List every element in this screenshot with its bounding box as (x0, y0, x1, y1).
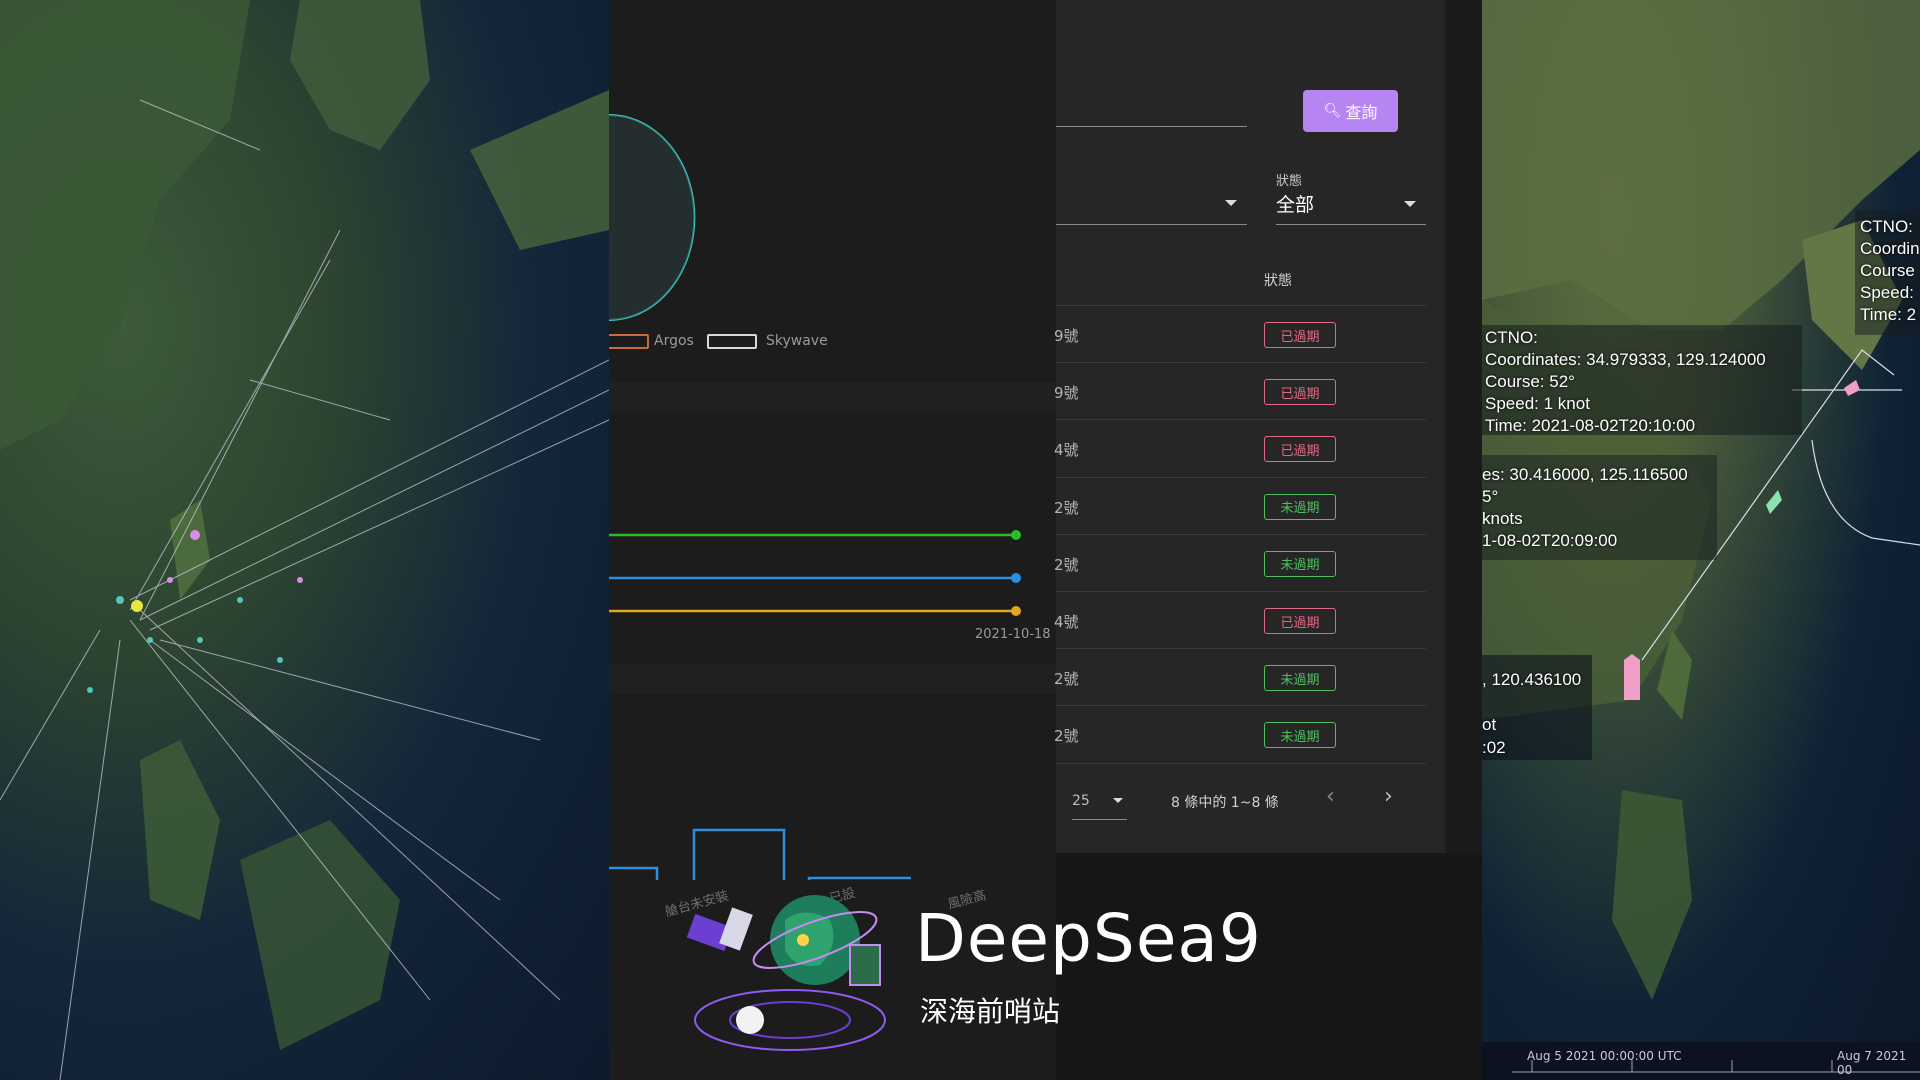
table-row-number: 4號 (1054, 441, 1079, 460)
legend-swatch-skywave (707, 334, 757, 349)
popup2-speed: knots (1482, 509, 1523, 528)
status-badge: 已過期 (1264, 436, 1336, 463)
table-row-number: 2號 (1054, 555, 1079, 574)
table-row-number: 9號 (1054, 384, 1079, 403)
popup-course: Course: 52° (1485, 372, 1575, 391)
popup4-time: :02 (1482, 738, 1506, 757)
vessel-marker (1624, 654, 1640, 700)
table-row-number: 2號 (1054, 727, 1079, 746)
status-filter-value: 全部 (1276, 194, 1315, 216)
table-row-divider (1056, 591, 1426, 592)
legend-swatch-argos (609, 334, 649, 349)
status-badge: 未過期 (1264, 493, 1336, 520)
rows-per-page-select[interactable]: 25 (1072, 790, 1127, 820)
table-row-divider (1056, 762, 1426, 764)
chevron-down-icon (1113, 798, 1123, 803)
status-filter-label: 狀態 (1276, 174, 1303, 189)
search-input-underline[interactable] (1056, 126, 1247, 127)
popup3-speed: Speed: (1860, 283, 1914, 302)
next-page-button[interactable]: › (1384, 784, 1393, 809)
table-row-number: 2號 (1054, 670, 1079, 689)
popup-ctno: CTNO: (1485, 328, 1538, 347)
panel-gap (1445, 0, 1482, 853)
popup-coordinates: Coordinates: 34.979333, 129.124000 (1485, 350, 1766, 369)
right-map[interactable]: CTNO: Coordinates: 34.979333, 129.124000… (1482, 0, 1920, 1080)
legend-label-skywave: Skywave (766, 333, 828, 349)
popup-time: Time: 2021-08-02T20:10:00 (1485, 416, 1696, 435)
search-button[interactable]: 🔍︎ 查詢 (1303, 90, 1398, 132)
status-badge: 未過期 (1264, 665, 1336, 692)
series-point-3 (1011, 606, 1021, 616)
brand-illustration (680, 870, 900, 1060)
chevron-down-icon (1225, 200, 1237, 206)
status-badge: 已過期 (1264, 379, 1336, 406)
satellite-globe-icon (686, 895, 886, 1051)
popup2-time: 1-08-02T20:09:00 (1482, 531, 1618, 550)
brand-name: DeepSea9 (915, 900, 1262, 977)
status-badge: 已過期 (1264, 322, 1336, 348)
table-row-divider (1056, 476, 1426, 478)
x-axis-date-label: 2021-10-18 (975, 627, 1051, 642)
filter-select-left[interactable] (1056, 180, 1247, 225)
series-point-2 (1011, 573, 1021, 583)
table-row-number: 2號 (1054, 498, 1079, 517)
bar-1 (609, 866, 659, 880)
pagination-range: 8 條中的 1~8 條 (1171, 795, 1279, 811)
popup4-coordinates: , 120.436100 (1482, 670, 1582, 689)
popup2-course: 5° (1482, 487, 1499, 506)
search-icon: 🔍︎ (1323, 103, 1342, 119)
brand-subtitle: 深海前哨站 (920, 995, 1061, 1028)
status-filter-select[interactable]: 狀態 全部 (1276, 170, 1426, 225)
previous-page-button[interactable]: ‹ (1326, 784, 1335, 809)
series-point-1 (1011, 530, 1021, 540)
popup-speed: Speed: 1 knot (1485, 394, 1590, 413)
status-badge: 已過期 (1264, 608, 1336, 634)
legend-label-argos: Argos (654, 333, 694, 349)
popup3-course: Course (1860, 261, 1915, 280)
search-button-label: 查詢 (1345, 103, 1378, 122)
table-row-divider (1056, 362, 1426, 364)
table-row-number: 4號 (1054, 613, 1079, 631)
popup3-time: Time: 2 (1860, 305, 1917, 324)
timeline-start-label: Aug 5 2021 00:00:00 UTC (1527, 1049, 1682, 1063)
column-header-status[interactable]: 狀態 (1264, 270, 1292, 290)
table-row-divider (1056, 705, 1426, 707)
popup2-coordinates: es: 30.416000, 125.116500 (1482, 465, 1688, 484)
status-badge: 未過期 (1264, 550, 1336, 577)
table-row-divider (1056, 533, 1426, 535)
chevron-down-icon (1404, 201, 1416, 207)
popup3-ctno: CTNO: (1860, 217, 1913, 236)
left-map[interactable] (0, 0, 609, 1080)
popup4-speed: ot (1482, 715, 1497, 734)
table-row-divider (1056, 419, 1426, 421)
popup3-coordinates: Coordin (1860, 239, 1920, 258)
table-row-number: 9號 (1054, 327, 1079, 345)
left-map-graphics (0, 0, 609, 1080)
rows-per-page-value: 25 (1072, 793, 1090, 809)
status-badge: 未過期 (1264, 722, 1336, 749)
table-row-divider (1056, 648, 1426, 650)
timeline-end-label: Aug 7 2021 00 (1837, 1049, 1907, 1077)
